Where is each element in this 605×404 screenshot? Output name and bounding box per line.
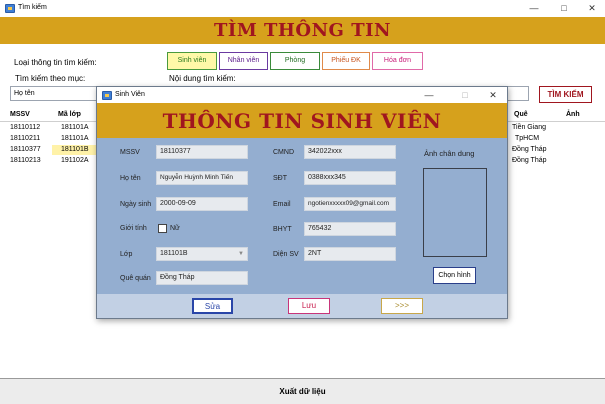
nu-checkbox[interactable] bbox=[158, 224, 167, 233]
type-button-nhan-vien[interactable]: Nhân viên bbox=[219, 52, 268, 70]
email-label: Email bbox=[273, 201, 291, 208]
type-button-label: Nhân viên bbox=[227, 57, 260, 64]
cell-mssv: 18110211 bbox=[10, 135, 41, 142]
choose-image-button[interactable]: Chọn hình bbox=[433, 267, 476, 284]
type-button-phong[interactable]: Phòng bbox=[270, 52, 320, 70]
save-button[interactable]: Lưu bbox=[288, 298, 330, 314]
export-bar[interactable]: Xuất dữ liệu bbox=[0, 378, 605, 404]
ngaysinh-value: 2000-09-09 bbox=[160, 200, 196, 207]
lop-value: 181101B bbox=[160, 250, 188, 257]
sdt-field[interactable]: 0388xxx345 bbox=[304, 171, 396, 185]
quequan-label: Quê quán bbox=[120, 275, 151, 282]
choose-image-label: Chọn hình bbox=[438, 272, 471, 279]
cell-ma-lop: 181101A bbox=[61, 124, 89, 131]
bhyt-label: BHYT bbox=[273, 226, 292, 233]
edit-button[interactable]: Sửa bbox=[192, 298, 233, 314]
student-dialog: Sinh Viên — □ ✕ THÔNG TIN SINH VIÊN MSSV… bbox=[96, 86, 508, 319]
mssv-label: MSSV bbox=[120, 149, 140, 156]
type-button-phieu-dk[interactable]: Phiếu ĐK bbox=[322, 52, 370, 70]
diensv-value: 2NT bbox=[308, 250, 322, 257]
search-button-label: TÌM KIẾM bbox=[547, 90, 584, 99]
next-button-label: >>> bbox=[394, 301, 409, 310]
photo-label: Ảnh chân dung bbox=[424, 149, 475, 158]
column-header-ma-lop[interactable]: Mã lớp bbox=[58, 111, 81, 118]
app-icon bbox=[5, 4, 15, 13]
mssv-value: 18110377 bbox=[160, 148, 191, 155]
sdt-label: SĐT bbox=[273, 175, 287, 182]
quequan-field[interactable]: Đồng Tháp bbox=[156, 271, 248, 285]
search-by-value: Họ tên bbox=[14, 90, 35, 97]
content-label: Nội dung tìm kiếm: bbox=[169, 74, 236, 83]
quequan-value: Đồng Tháp bbox=[160, 274, 195, 281]
dialog-header-title: THÔNG TIN SINH VIÊN bbox=[162, 109, 442, 133]
sdt-value: 0388xxx345 bbox=[308, 174, 346, 181]
gioitinh-label: Giới tính bbox=[120, 225, 147, 232]
diensv-field[interactable]: 2NT bbox=[304, 247, 396, 261]
column-header-mssv[interactable]: MSSV bbox=[10, 111, 30, 118]
minimize-icon[interactable]: — bbox=[524, 2, 544, 14]
column-header-anh[interactable]: Ảnh bbox=[566, 111, 580, 118]
type-button-sinh-vien[interactable]: Sinh viên bbox=[167, 52, 217, 70]
dialog-header-banner: THÔNG TIN SINH VIÊN bbox=[97, 103, 507, 138]
cell-ma-lop: 191102A bbox=[61, 157, 89, 164]
cell-ma-lop: 181101A bbox=[61, 135, 89, 142]
main-titlebar: Tìm kiếm — □ ✕ bbox=[0, 0, 605, 18]
lop-select[interactable]: 181101B ▼ bbox=[156, 247, 248, 261]
cmnd-field[interactable]: 342022xxx bbox=[304, 145, 396, 159]
dialog-app-icon bbox=[102, 91, 112, 100]
search-by-label: Tìm kiếm theo mục: bbox=[15, 74, 86, 83]
export-button[interactable]: Xuất dữ liệu bbox=[0, 387, 605, 396]
hoten-label: Họ tên bbox=[120, 175, 141, 182]
dialog-minimize-icon[interactable]: — bbox=[419, 89, 439, 101]
cell-mssv: 18110112 bbox=[10, 124, 41, 131]
cell-mssv: 18110377 bbox=[10, 146, 41, 153]
search-content-input[interactable] bbox=[505, 86, 529, 101]
dialog-titlebar: Sinh Viên — □ ✕ bbox=[97, 87, 507, 103]
ngaysinh-field[interactable]: 2000-09-09 bbox=[156, 197, 248, 211]
dialog-button-bar: Sửa Lưu >>> bbox=[97, 294, 507, 318]
dialog-close-icon[interactable]: ✕ bbox=[483, 89, 503, 101]
email-field[interactable]: ngotienxxxxx09@gmail.com bbox=[304, 197, 396, 211]
cell-que: Đồng Tháp bbox=[512, 146, 547, 153]
edit-button-label: Sửa bbox=[204, 302, 221, 311]
hoten-field[interactable]: Nguyễn Huỳnh Minh Tiến bbox=[156, 171, 248, 185]
bhyt-value: 765432 bbox=[308, 225, 332, 232]
type-button-label: Sinh viên bbox=[177, 57, 207, 64]
mssv-field[interactable]: 18110377 bbox=[156, 145, 248, 159]
dialog-maximize-icon[interactable]: □ bbox=[455, 89, 475, 101]
hoten-value: Nguyễn Huỳnh Minh Tiến bbox=[160, 174, 233, 181]
cell-que: Tiền Giang bbox=[512, 124, 546, 131]
cmnd-label: CMND bbox=[273, 149, 294, 156]
type-button-hoa-don[interactable]: Hóa đơn bbox=[372, 52, 423, 70]
column-header-que[interactable]: Quê bbox=[514, 111, 528, 118]
main-header-banner: TÌM THÔNG TIN bbox=[0, 17, 605, 44]
search-button[interactable]: TÌM KIẾM bbox=[539, 86, 592, 103]
bhyt-field[interactable]: 765432 bbox=[304, 222, 396, 236]
dialog-window-title: Sinh Viên bbox=[115, 91, 145, 98]
type-button-label: Phiếu ĐK bbox=[331, 57, 361, 64]
cell-ma-lop-selected[interactable]: 181101B bbox=[52, 145, 96, 155]
search-type-label: Loại thông tin tìm kiếm: bbox=[14, 58, 97, 67]
diensv-label: Diện SV bbox=[273, 251, 299, 258]
type-button-label: Hóa đơn bbox=[383, 57, 412, 64]
maximize-icon[interactable]: □ bbox=[554, 2, 574, 14]
ngaysinh-label: Ngày sinh bbox=[120, 201, 152, 208]
main-window-title: Tìm kiếm bbox=[18, 4, 47, 11]
lop-label: Lớp bbox=[120, 251, 133, 258]
cell-que: TpHCM bbox=[515, 135, 540, 142]
cell-que: Đồng Tháp bbox=[512, 157, 547, 164]
email-value: ngotienxxxxx09@gmail.com bbox=[308, 200, 390, 207]
chevron-down-icon: ▼ bbox=[238, 251, 244, 257]
main-header-title: TÌM THÔNG TIN bbox=[214, 20, 391, 41]
cell-mssv: 18110213 bbox=[10, 157, 41, 164]
save-button-label: Lưu bbox=[301, 301, 317, 310]
close-icon[interactable]: ✕ bbox=[582, 2, 602, 14]
next-button[interactable]: >>> bbox=[381, 298, 423, 314]
type-button-label: Phòng bbox=[284, 57, 306, 64]
nu-label: Nữ bbox=[170, 225, 180, 232]
photo-placeholder bbox=[423, 168, 487, 257]
cmnd-value: 342022xxx bbox=[308, 148, 342, 155]
